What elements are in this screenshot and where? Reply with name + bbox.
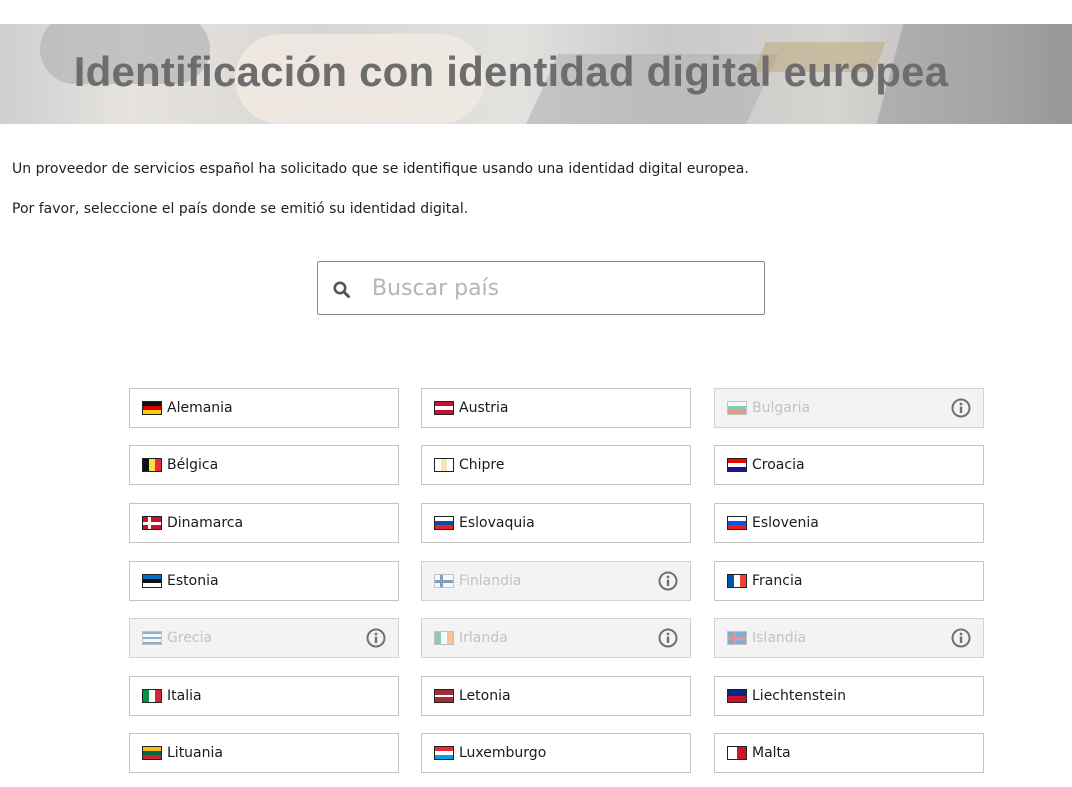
info-circle-icon[interactable] — [658, 571, 678, 591]
slovakia-flag-icon — [434, 516, 454, 530]
country-label: Letonia — [459, 688, 511, 704]
info-circle-icon[interactable] — [366, 628, 386, 648]
country-label: Luxemburgo — [459, 745, 547, 761]
country-button-finlandia[interactable]: Finlandia — [421, 561, 691, 601]
slovenia-flag-icon — [727, 516, 747, 530]
country-button-letonia[interactable]: Letonia — [421, 676, 691, 716]
country-button-eslovaquia[interactable]: Eslovaquia — [421, 503, 691, 543]
france-flag-icon — [727, 574, 747, 588]
liechtenstein-flag-icon — [727, 689, 747, 703]
country-button-italia[interactable]: Italia — [129, 676, 399, 716]
country-button-islandia[interactable]: Islandia — [714, 618, 984, 658]
country-button-chipre[interactable]: Chipre — [421, 445, 691, 485]
country-label: Grecia — [167, 630, 213, 646]
belgium-flag-icon — [142, 458, 162, 472]
country-search-box[interactable] — [317, 261, 765, 315]
denmark-flag-icon — [142, 516, 162, 530]
country-button-croacia[interactable]: Croacia — [714, 445, 984, 485]
info-circle-icon[interactable] — [951, 628, 971, 648]
greece-flag-icon — [142, 631, 162, 645]
country-label: Malta — [752, 745, 791, 761]
info-circle-icon[interactable] — [658, 628, 678, 648]
country-button-eslovenia[interactable]: Eslovenia — [714, 503, 984, 543]
country-label: Alemania — [167, 400, 233, 416]
country-button-dinamarca[interactable]: Dinamarca — [129, 503, 399, 543]
search-icon — [333, 281, 350, 298]
country-label: Dinamarca — [167, 515, 244, 531]
country-button-alemania[interactable]: Alemania — [129, 388, 399, 428]
country-label: Bulgaria — [752, 400, 811, 416]
country-label: Austria — [459, 400, 509, 416]
ireland-flag-icon — [434, 631, 454, 645]
country-button-lituania[interactable]: Lituania — [129, 733, 399, 773]
croatia-flag-icon — [727, 458, 747, 472]
country-label: Bélgica — [167, 457, 219, 473]
country-label: Eslovaquia — [459, 515, 535, 531]
search-input[interactable] — [372, 270, 752, 306]
info-circle-icon[interactable] — [951, 398, 971, 418]
intro-text: Un proveedor de servicios español ha sol… — [12, 161, 749, 177]
country-label: Francia — [752, 573, 803, 589]
country-label: Irlanda — [459, 630, 508, 646]
country-label: Islandia — [752, 630, 807, 646]
country-button-grecia[interactable]: Grecia — [129, 618, 399, 658]
luxembourg-flag-icon — [434, 746, 454, 760]
country-label: Estonia — [167, 573, 219, 589]
country-label: Lituania — [167, 745, 223, 761]
iceland-flag-icon — [727, 631, 747, 645]
country-label: Liechtenstein — [752, 688, 847, 704]
austria-flag-icon — [434, 401, 454, 415]
lithuania-flag-icon — [142, 746, 162, 760]
country-label: Croacia — [752, 457, 805, 473]
country-button-malta[interactable]: Malta — [714, 733, 984, 773]
country-button-bulgaria[interactable]: Bulgaria — [714, 388, 984, 428]
instruction-text: Por favor, seleccione el país donde se e… — [12, 201, 469, 217]
country-button-austria[interactable]: Austria — [421, 388, 691, 428]
country-button-estonia[interactable]: Estonia — [129, 561, 399, 601]
estonia-flag-icon — [142, 574, 162, 588]
page-title: Identificación con identidad digital eur… — [73, 48, 949, 95]
latvia-flag-icon — [434, 689, 454, 703]
country-label: Eslovenia — [752, 515, 819, 531]
germany-flag-icon — [142, 401, 162, 415]
malta-flag-icon — [727, 746, 747, 760]
country-button-luxemburgo[interactable]: Luxemburgo — [421, 733, 691, 773]
cyprus-flag-icon — [434, 458, 454, 472]
italy-flag-icon — [142, 689, 162, 703]
country-label: Italia — [167, 688, 202, 704]
header-banner: Identificación con identidad digital eur… — [0, 24, 1072, 124]
country-label: Chipre — [459, 457, 505, 473]
country-label: Finlandia — [459, 573, 522, 589]
country-button-liechtenstein[interactable]: Liechtenstein — [714, 676, 984, 716]
country-button-francia[interactable]: Francia — [714, 561, 984, 601]
finland-flag-icon — [434, 574, 454, 588]
bulgaria-flag-icon — [727, 401, 747, 415]
country-button-bélgica[interactable]: Bélgica — [129, 445, 399, 485]
country-button-irlanda[interactable]: Irlanda — [421, 618, 691, 658]
